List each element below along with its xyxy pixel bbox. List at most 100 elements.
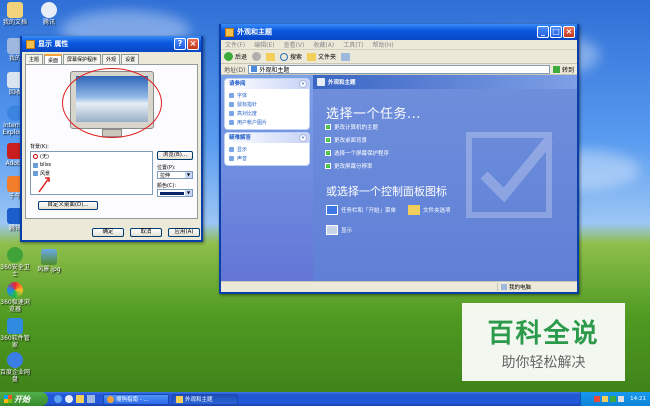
image-icon [33,162,38,168]
task-resolution[interactable]: › 更改屏幕分辨率 [325,162,373,170]
task-change-background[interactable]: › 更改桌面背景 [325,136,367,144]
desktop-quicklaunch-icon[interactable] [87,395,95,403]
collapse-icon[interactable]: « [299,134,307,142]
volume-icon[interactable] [618,396,625,402]
tray-icon[interactable] [610,396,617,402]
360-browser-icon[interactable]: 360极速浏览器 [0,282,30,313]
control-panel-icon [251,66,258,72]
views-button[interactable] [341,52,351,61]
tray-icon[interactable] [594,396,601,402]
address-input[interactable]: 外观和主题 [248,64,550,74]
cp-taskbar-start[interactable]: 任务栏和「开始」菜单 [326,205,396,215]
color-label: 颜色(C): [157,183,177,189]
task-screensaver[interactable]: › 选择一个屏幕保护程序 [325,149,389,157]
forward-button[interactable] [252,52,262,61]
dialog-titlebar[interactable]: 显示 属性 ? × [22,36,201,52]
browser-icon [107,395,114,403]
troubleshoot-sound[interactable]: 声音 [225,154,309,163]
ok-button[interactable]: 确定 [92,228,124,237]
explorer-window: 外观和主题 _ □ × 文件(F) 编辑(E) 查看(V) 收藏(A) 工具(T… [219,24,579,294]
explorer-titlebar[interactable]: 外观和主题 _ □ × [221,24,577,40]
pick-task-heading: 选择一个任务... [326,107,421,122]
task-change-theme[interactable]: › 更改计算机的主题 [325,123,378,131]
red-arrow-annotation [38,177,50,193]
baidu-netdisk-icon[interactable]: 百度企业网盘 [0,352,30,383]
media-quicklaunch-icon[interactable] [76,395,84,403]
taskbar-icon [326,205,338,215]
content-header: 外观和主题 [313,75,577,89]
watermark: 百科全说 助你轻松解决 [462,303,625,381]
checkmark-watermark-icon [466,132,553,218]
see-also-mouse-pointers[interactable]: 鼠标指针 [225,100,309,109]
browse-button[interactable]: 浏览(B)... [157,151,193,160]
watermark-subtitle: 助你轻松解决 [501,355,586,371]
360-software-manager-icon[interactable]: 360软件管家 [0,318,30,349]
menu-view[interactable]: 查看(V) [284,40,305,49]
pick-icon-heading: 或选择一个控制面板图标 [326,185,447,198]
back-arrow-icon [224,52,233,61]
help-button[interactable]: ? [174,38,186,50]
toolbar: 后退 搜索 文件夹 [221,50,577,64]
list-item[interactable]: bliss [31,161,152,169]
customize-desktop-button[interactable]: 自定义桌面(D)... [38,201,98,210]
taskbar: 开始 搜狗指南 - ... 外观和主题 14:21 [0,392,650,406]
close-button[interactable]: × [563,26,575,38]
cp-folder-options[interactable]: 文件夹选项 [408,205,451,215]
folders-button[interactable]: 文件夹 [307,52,336,61]
tencent-icon[interactable]: 腾讯 [34,2,64,26]
troubleshoot-display[interactable]: 显示 [225,145,309,154]
apply-button[interactable]: 应用(A) [168,228,200,237]
cp-display[interactable]: 显示 [326,225,352,235]
watermark-title: 百科全说 [487,319,600,349]
see-also-high-contrast[interactable]: 高对比度 [225,109,309,118]
position-select[interactable]: 拉伸 ▼ [157,171,193,179]
see-also-fonts[interactable]: 字体 [225,91,309,100]
menu-tools[interactable]: 工具(T) [343,40,363,49]
color-picker[interactable]: ▼ [157,189,193,197]
address-bar: 地址(D) 外观和主题 转到 [221,64,577,75]
display-icon [26,39,35,49]
up-button[interactable] [266,52,276,61]
my-documents-icon[interactable]: 我的文档 [0,2,30,26]
scenery-jpg-icon[interactable]: 风景.jpg [34,249,64,273]
cancel-button[interactable]: 取消 [130,228,162,237]
menu-edit[interactable]: 编辑(E) [254,40,274,49]
back-button[interactable]: 后退 [224,52,247,61]
folders-icon [307,52,317,61]
ie-quicklaunch-icon[interactable] [54,395,62,403]
maximize-button[interactable]: □ [550,26,562,38]
see-also-header[interactable]: 请参阅 « [225,79,309,89]
menu-help[interactable]: 帮助(H) [373,40,394,49]
close-button[interactable]: × [187,38,199,50]
menu-favorites[interactable]: 收藏(A) [313,40,334,49]
taskbar-sogou-guide[interactable]: 搜狗指南 - ... [103,393,169,405]
desktop: 我的文档 腾讯 我的 回收 Internet Explorer Adobe 千牛… [0,0,650,406]
display-icon [326,225,338,235]
folder-options-icon [408,205,420,215]
menu-file[interactable]: 文件(F) [225,40,245,49]
folder-icon [225,27,234,37]
list-item[interactable]: (无) [31,152,152,161]
see-also-user-picture[interactable]: 用户帐户图片 [225,118,309,127]
task-pane: 请参阅 « 字体 鼠标指针 高对比度 用户帐户图片 疑难解答 « 显示 声音 [221,75,313,281]
background-list[interactable]: (无) bliss 风景 [30,151,153,195]
go-button[interactable]: 转到 [552,65,577,74]
green-arrow-icon: › [325,124,331,130]
quick-launch [54,395,95,403]
taskbar-appearance-themes[interactable]: 外观和主题 [172,393,238,405]
troubleshoot-header[interactable]: 疑难解答 « [225,133,309,143]
position-label: 位置(P): [157,165,176,171]
system-tray: 14:21 [580,392,650,406]
360-security-icon[interactable]: 360安全卫士 [0,247,30,278]
green-arrow-icon: › [325,150,331,156]
collapse-icon[interactable]: « [299,80,307,88]
minimize-button[interactable]: _ [537,26,549,38]
clock[interactable]: 14:21 [630,396,646,402]
status-bar: 我的电脑 [221,281,577,292]
green-arrow-icon: › [325,163,331,169]
search-button[interactable]: 搜索 [280,52,302,61]
search-icon [280,52,289,61]
tray-icon[interactable] [602,396,609,402]
start-button[interactable]: 开始 [0,392,48,406]
qq-quicklaunch-icon[interactable] [65,395,73,403]
